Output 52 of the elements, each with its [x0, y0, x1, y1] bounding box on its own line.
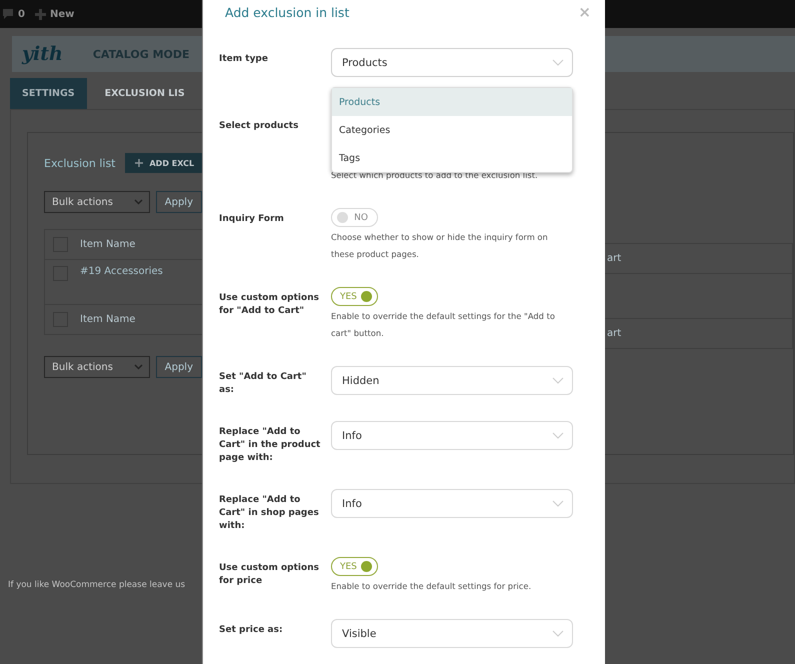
column-header: Item Name [80, 239, 136, 250]
table-cell: #19 Accessories [80, 266, 163, 277]
toggle-switch[interactable]: NO [331, 208, 378, 227]
column-header: art [607, 328, 622, 339]
field-label: Replace "Add to Cart" in shop pages with: [219, 494, 320, 533]
apply-button[interactable]: Apply [156, 356, 202, 378]
select-field[interactable]: Products [331, 48, 573, 77]
field-label: Inquiry Form [219, 213, 285, 226]
field-label: Set price as: [219, 624, 284, 637]
field-hint: Enable to override the default settings for the "Add to cart" button. [331, 310, 556, 340]
toggle-switch[interactable]: YES [331, 557, 378, 576]
chevron-icon [134, 364, 143, 370]
chevron-icon [552, 432, 564, 439]
select-field[interactable]: Visible [331, 619, 573, 648]
new-link[interactable]: New [50, 8, 74, 20]
column-header: art [607, 253, 622, 264]
select-field[interactable]: Hidden [331, 366, 573, 395]
plus-icon[interactable] [34, 8, 46, 20]
field-label: Set "Add to Cart" as: [219, 371, 308, 397]
tab[interactable]: EXCLUSION LIS [92, 78, 197, 109]
field-label: Select products [219, 120, 300, 133]
chevron-icon [134, 199, 143, 205]
field-label: Use custom options for price [219, 562, 320, 588]
bulk-actions-select[interactable]: Bulk actions [44, 191, 150, 213]
add-button[interactable]: ADD EXCL [125, 153, 202, 173]
field-label: Use custom options for "Add to Cart" [219, 292, 320, 318]
logo: yith [20, 43, 63, 65]
dropdown-option[interactable]: Tags [332, 144, 572, 172]
chevron-icon [552, 500, 564, 507]
chevron-icon [552, 59, 564, 66]
plus-icon [135, 159, 144, 167]
comment-icon[interactable] [2, 8, 14, 20]
field-label: Replace "Add to Cart" in the product page with: [219, 426, 321, 465]
chevron-icon [552, 630, 564, 637]
bulk-actions-select[interactable]: Bulk actions [44, 356, 150, 378]
column-header: Item Name [80, 314, 136, 325]
plugin-title: CATALOG MODE [92, 48, 190, 60]
field-label: Item type [219, 53, 269, 66]
comments-count[interactable]: 0 [18, 8, 25, 20]
field-hint: Choose whether to show or hide the inquiry form on these product pages. [331, 231, 549, 261]
tab[interactable]: SETTINGS [10, 78, 87, 109]
dropdown-option[interactable]: Categories [332, 116, 572, 144]
toggle-switch[interactable]: YES [331, 287, 378, 306]
field-hint: Enable to override the default settings for price. [331, 580, 532, 593]
footer-text: If you like WooCommerce please leave us [7, 580, 186, 590]
chevron-icon [552, 377, 564, 384]
select-field[interactable]: Info [331, 489, 573, 518]
section-title: Exclusion list [44, 156, 116, 170]
modal-title: Add exclusion in list [224, 4, 350, 20]
apply-button[interactable]: Apply [156, 191, 202, 213]
select-field[interactable]: Info [331, 421, 573, 450]
dropdown-option[interactable]: Products [332, 88, 572, 116]
